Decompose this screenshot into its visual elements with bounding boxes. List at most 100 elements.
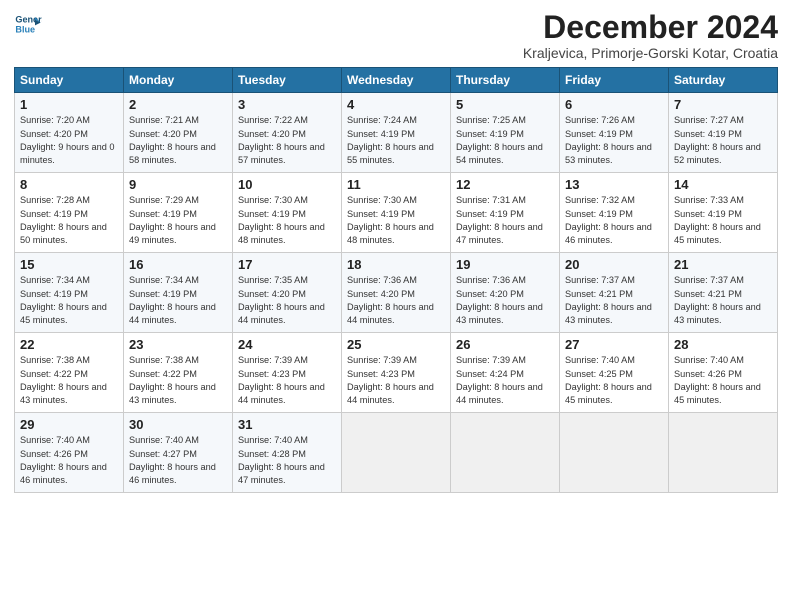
calendar-cell: 3 Sunrise: 7:22 AMSunset: 4:20 PMDayligh… bbox=[233, 93, 342, 173]
day-number: 25 bbox=[347, 337, 445, 352]
day-info: Sunrise: 7:38 AMSunset: 4:22 PMDaylight:… bbox=[129, 355, 216, 405]
day-info: Sunrise: 7:20 AMSunset: 4:20 PMDaylight:… bbox=[20, 115, 115, 165]
day-number: 22 bbox=[20, 337, 118, 352]
day-info: Sunrise: 7:37 AMSunset: 4:21 PMDaylight:… bbox=[674, 275, 761, 325]
day-number: 16 bbox=[129, 257, 227, 272]
day-info: Sunrise: 7:30 AMSunset: 4:19 PMDaylight:… bbox=[347, 195, 434, 245]
logo: General Blue bbox=[14, 10, 42, 38]
day-info: Sunrise: 7:39 AMSunset: 4:24 PMDaylight:… bbox=[456, 355, 543, 405]
calendar-cell: 21 Sunrise: 7:37 AMSunset: 4:21 PMDaylig… bbox=[669, 253, 778, 333]
calendar-cell: 4 Sunrise: 7:24 AMSunset: 4:19 PMDayligh… bbox=[342, 93, 451, 173]
title-block: December 2024 Kraljevica, Primorje-Gorsk… bbox=[523, 10, 778, 61]
header: General Blue December 2024 Kraljevica, P… bbox=[14, 10, 778, 61]
day-number: 7 bbox=[674, 97, 772, 112]
day-number: 26 bbox=[456, 337, 554, 352]
calendar-cell: 13 Sunrise: 7:32 AMSunset: 4:19 PMDaylig… bbox=[560, 173, 669, 253]
day-number: 19 bbox=[456, 257, 554, 272]
day-info: Sunrise: 7:40 AMSunset: 4:26 PMDaylight:… bbox=[20, 435, 107, 485]
logo-icon: General Blue bbox=[14, 10, 42, 38]
calendar-week-5: 29 Sunrise: 7:40 AMSunset: 4:26 PMDaylig… bbox=[15, 413, 778, 493]
col-header-monday: Monday bbox=[124, 68, 233, 93]
day-info: Sunrise: 7:25 AMSunset: 4:19 PMDaylight:… bbox=[456, 115, 543, 165]
col-header-thursday: Thursday bbox=[451, 68, 560, 93]
day-number: 10 bbox=[238, 177, 336, 192]
calendar-cell bbox=[669, 413, 778, 493]
day-number: 17 bbox=[238, 257, 336, 272]
calendar-cell: 25 Sunrise: 7:39 AMSunset: 4:23 PMDaylig… bbox=[342, 333, 451, 413]
col-header-saturday: Saturday bbox=[669, 68, 778, 93]
day-number: 27 bbox=[565, 337, 663, 352]
calendar-cell: 24 Sunrise: 7:39 AMSunset: 4:23 PMDaylig… bbox=[233, 333, 342, 413]
calendar-week-2: 8 Sunrise: 7:28 AMSunset: 4:19 PMDayligh… bbox=[15, 173, 778, 253]
day-info: Sunrise: 7:36 AMSunset: 4:20 PMDaylight:… bbox=[347, 275, 434, 325]
calendar-cell: 22 Sunrise: 7:38 AMSunset: 4:22 PMDaylig… bbox=[15, 333, 124, 413]
day-number: 6 bbox=[565, 97, 663, 112]
calendar-cell bbox=[560, 413, 669, 493]
main-container: General Blue December 2024 Kraljevica, P… bbox=[0, 0, 792, 503]
calendar-cell: 17 Sunrise: 7:35 AMSunset: 4:20 PMDaylig… bbox=[233, 253, 342, 333]
day-number: 11 bbox=[347, 177, 445, 192]
day-number: 2 bbox=[129, 97, 227, 112]
col-header-tuesday: Tuesday bbox=[233, 68, 342, 93]
calendar-cell: 7 Sunrise: 7:27 AMSunset: 4:19 PMDayligh… bbox=[669, 93, 778, 173]
day-info: Sunrise: 7:40 AMSunset: 4:25 PMDaylight:… bbox=[565, 355, 652, 405]
calendar-cell: 15 Sunrise: 7:34 AMSunset: 4:19 PMDaylig… bbox=[15, 253, 124, 333]
calendar-cell: 28 Sunrise: 7:40 AMSunset: 4:26 PMDaylig… bbox=[669, 333, 778, 413]
day-info: Sunrise: 7:35 AMSunset: 4:20 PMDaylight:… bbox=[238, 275, 325, 325]
calendar-cell: 27 Sunrise: 7:40 AMSunset: 4:25 PMDaylig… bbox=[560, 333, 669, 413]
month-title: December 2024 bbox=[523, 10, 778, 45]
day-number: 21 bbox=[674, 257, 772, 272]
day-info: Sunrise: 7:32 AMSunset: 4:19 PMDaylight:… bbox=[565, 195, 652, 245]
calendar-cell: 19 Sunrise: 7:36 AMSunset: 4:20 PMDaylig… bbox=[451, 253, 560, 333]
calendar-cell: 1 Sunrise: 7:20 AMSunset: 4:20 PMDayligh… bbox=[15, 93, 124, 173]
day-number: 18 bbox=[347, 257, 445, 272]
calendar-cell: 2 Sunrise: 7:21 AMSunset: 4:20 PMDayligh… bbox=[124, 93, 233, 173]
calendar-cell: 20 Sunrise: 7:37 AMSunset: 4:21 PMDaylig… bbox=[560, 253, 669, 333]
day-info: Sunrise: 7:40 AMSunset: 4:27 PMDaylight:… bbox=[129, 435, 216, 485]
calendar-cell: 10 Sunrise: 7:30 AMSunset: 4:19 PMDaylig… bbox=[233, 173, 342, 253]
day-number: 15 bbox=[20, 257, 118, 272]
day-info: Sunrise: 7:21 AMSunset: 4:20 PMDaylight:… bbox=[129, 115, 216, 165]
day-number: 3 bbox=[238, 97, 336, 112]
day-info: Sunrise: 7:36 AMSunset: 4:20 PMDaylight:… bbox=[456, 275, 543, 325]
day-number: 4 bbox=[347, 97, 445, 112]
day-info: Sunrise: 7:34 AMSunset: 4:19 PMDaylight:… bbox=[20, 275, 107, 325]
calendar-cell: 14 Sunrise: 7:33 AMSunset: 4:19 PMDaylig… bbox=[669, 173, 778, 253]
calendar-table: SundayMondayTuesdayWednesdayThursdayFrid… bbox=[14, 67, 778, 493]
calendar-cell bbox=[451, 413, 560, 493]
svg-text:Blue: Blue bbox=[15, 24, 35, 34]
calendar-week-1: 1 Sunrise: 7:20 AMSunset: 4:20 PMDayligh… bbox=[15, 93, 778, 173]
col-header-friday: Friday bbox=[560, 68, 669, 93]
calendar-cell: 18 Sunrise: 7:36 AMSunset: 4:20 PMDaylig… bbox=[342, 253, 451, 333]
calendar-cell: 23 Sunrise: 7:38 AMSunset: 4:22 PMDaylig… bbox=[124, 333, 233, 413]
calendar-cell: 12 Sunrise: 7:31 AMSunset: 4:19 PMDaylig… bbox=[451, 173, 560, 253]
calendar-cell: 11 Sunrise: 7:30 AMSunset: 4:19 PMDaylig… bbox=[342, 173, 451, 253]
day-number: 20 bbox=[565, 257, 663, 272]
day-info: Sunrise: 7:28 AMSunset: 4:19 PMDaylight:… bbox=[20, 195, 107, 245]
day-info: Sunrise: 7:27 AMSunset: 4:19 PMDaylight:… bbox=[674, 115, 761, 165]
calendar-cell: 31 Sunrise: 7:40 AMSunset: 4:28 PMDaylig… bbox=[233, 413, 342, 493]
calendar-cell: 29 Sunrise: 7:40 AMSunset: 4:26 PMDaylig… bbox=[15, 413, 124, 493]
day-number: 5 bbox=[456, 97, 554, 112]
day-number: 24 bbox=[238, 337, 336, 352]
day-info: Sunrise: 7:37 AMSunset: 4:21 PMDaylight:… bbox=[565, 275, 652, 325]
day-number: 23 bbox=[129, 337, 227, 352]
day-info: Sunrise: 7:29 AMSunset: 4:19 PMDaylight:… bbox=[129, 195, 216, 245]
day-number: 14 bbox=[674, 177, 772, 192]
day-number: 8 bbox=[20, 177, 118, 192]
day-info: Sunrise: 7:34 AMSunset: 4:19 PMDaylight:… bbox=[129, 275, 216, 325]
day-number: 28 bbox=[674, 337, 772, 352]
calendar-cell: 6 Sunrise: 7:26 AMSunset: 4:19 PMDayligh… bbox=[560, 93, 669, 173]
day-number: 9 bbox=[129, 177, 227, 192]
col-header-sunday: Sunday bbox=[15, 68, 124, 93]
day-number: 30 bbox=[129, 417, 227, 432]
day-number: 12 bbox=[456, 177, 554, 192]
calendar-week-3: 15 Sunrise: 7:34 AMSunset: 4:19 PMDaylig… bbox=[15, 253, 778, 333]
day-info: Sunrise: 7:39 AMSunset: 4:23 PMDaylight:… bbox=[238, 355, 325, 405]
calendar-cell: 30 Sunrise: 7:40 AMSunset: 4:27 PMDaylig… bbox=[124, 413, 233, 493]
day-info: Sunrise: 7:24 AMSunset: 4:19 PMDaylight:… bbox=[347, 115, 434, 165]
day-info: Sunrise: 7:40 AMSunset: 4:26 PMDaylight:… bbox=[674, 355, 761, 405]
day-info: Sunrise: 7:40 AMSunset: 4:28 PMDaylight:… bbox=[238, 435, 325, 485]
day-number: 13 bbox=[565, 177, 663, 192]
day-info: Sunrise: 7:22 AMSunset: 4:20 PMDaylight:… bbox=[238, 115, 325, 165]
